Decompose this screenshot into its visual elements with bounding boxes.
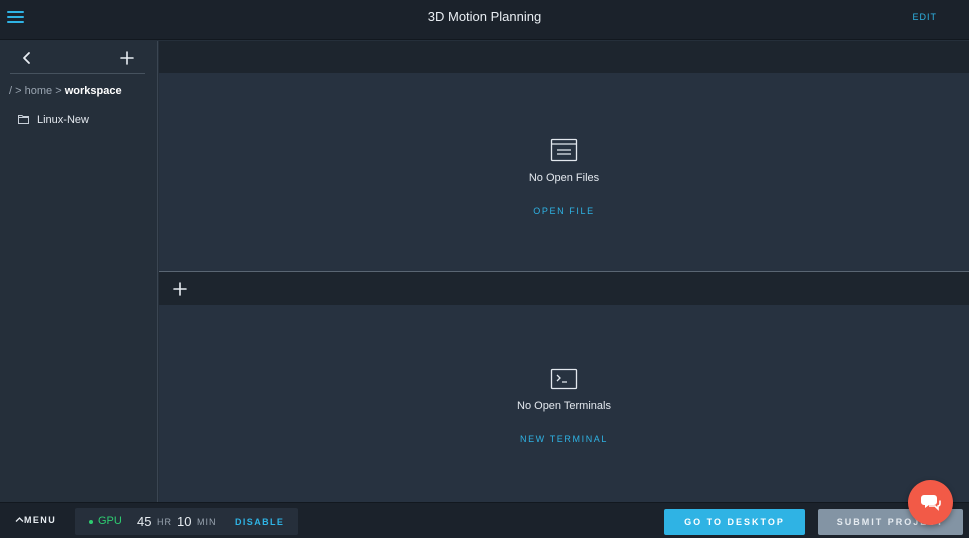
breadcrumb: / > home > workspace bbox=[9, 85, 122, 97]
no-open-terminals-text: No Open Terminals bbox=[517, 400, 611, 412]
terminal-empty-state: No Open Terminals NEW TERMINAL bbox=[159, 368, 969, 447]
no-open-files-text: No Open Files bbox=[528, 172, 600, 184]
edit-button[interactable]: EDIT bbox=[912, 12, 937, 22]
gpu-minutes-value: 10 bbox=[177, 514, 192, 529]
breadcrumb-root[interactable]: / bbox=[9, 85, 12, 97]
caret-up-icon bbox=[15, 515, 24, 525]
plus-icon[interactable] bbox=[118, 49, 136, 67]
sidebar-item-label: Linux-New bbox=[37, 114, 89, 126]
sidebar-header bbox=[10, 41, 145, 74]
breadcrumb-current: workspace bbox=[64, 85, 122, 97]
gpu-minutes-unit: MIN bbox=[197, 517, 217, 527]
bottom-bar: MENU GPU 45 HR 10 MIN DISABLE GO TO DESK… bbox=[0, 502, 969, 538]
top-bar: 3D Motion Planning EDIT bbox=[0, 0, 969, 40]
gpu-hours-unit: HR bbox=[157, 517, 172, 527]
breadcrumb-separator: > bbox=[15, 85, 22, 97]
breadcrumb-home[interactable]: home bbox=[25, 85, 53, 97]
editor-tab-bar bbox=[159, 41, 969, 73]
go-to-desktop-button[interactable]: GO TO DESKTOP bbox=[664, 509, 805, 535]
gpu-label: GPU bbox=[98, 515, 122, 527]
folder-icon bbox=[18, 111, 29, 129]
terminal-tab-bar bbox=[159, 272, 969, 305]
workspace-title: 3D Motion Planning bbox=[427, 9, 542, 24]
gpu-status-panel: GPU 45 HR 10 MIN DISABLE bbox=[75, 508, 298, 535]
file-list-icon bbox=[159, 138, 969, 167]
chevron-left-icon[interactable] bbox=[18, 49, 36, 67]
new-terminal-plus-icon[interactable] bbox=[172, 281, 188, 297]
editor-empty-state: No Open Files OPEN FILE bbox=[159, 138, 969, 219]
sidebar-item-linux-new[interactable]: Linux-New bbox=[18, 112, 89, 128]
terminal-icon bbox=[159, 368, 969, 395]
open-file-button[interactable]: OPEN FILE bbox=[533, 206, 594, 216]
editor-pane: No Open Files OPEN FILE bbox=[159, 73, 969, 271]
menu-label: MENU bbox=[24, 515, 57, 525]
gpu-disable-button[interactable]: DISABLE bbox=[235, 517, 284, 527]
breadcrumb-separator: > bbox=[55, 85, 62, 97]
chat-button[interactable] bbox=[908, 480, 953, 525]
menu-button[interactable]: MENU bbox=[15, 515, 56, 525]
gpu-hours-value: 45 bbox=[137, 514, 152, 529]
file-sidebar: / > home > workspace Linux-New bbox=[0, 41, 158, 502]
new-terminal-button[interactable]: NEW TERMINAL bbox=[520, 434, 608, 444]
gpu-status-dot-icon bbox=[89, 520, 93, 524]
terminal-pane: No Open Terminals NEW TERMINAL bbox=[159, 305, 969, 502]
